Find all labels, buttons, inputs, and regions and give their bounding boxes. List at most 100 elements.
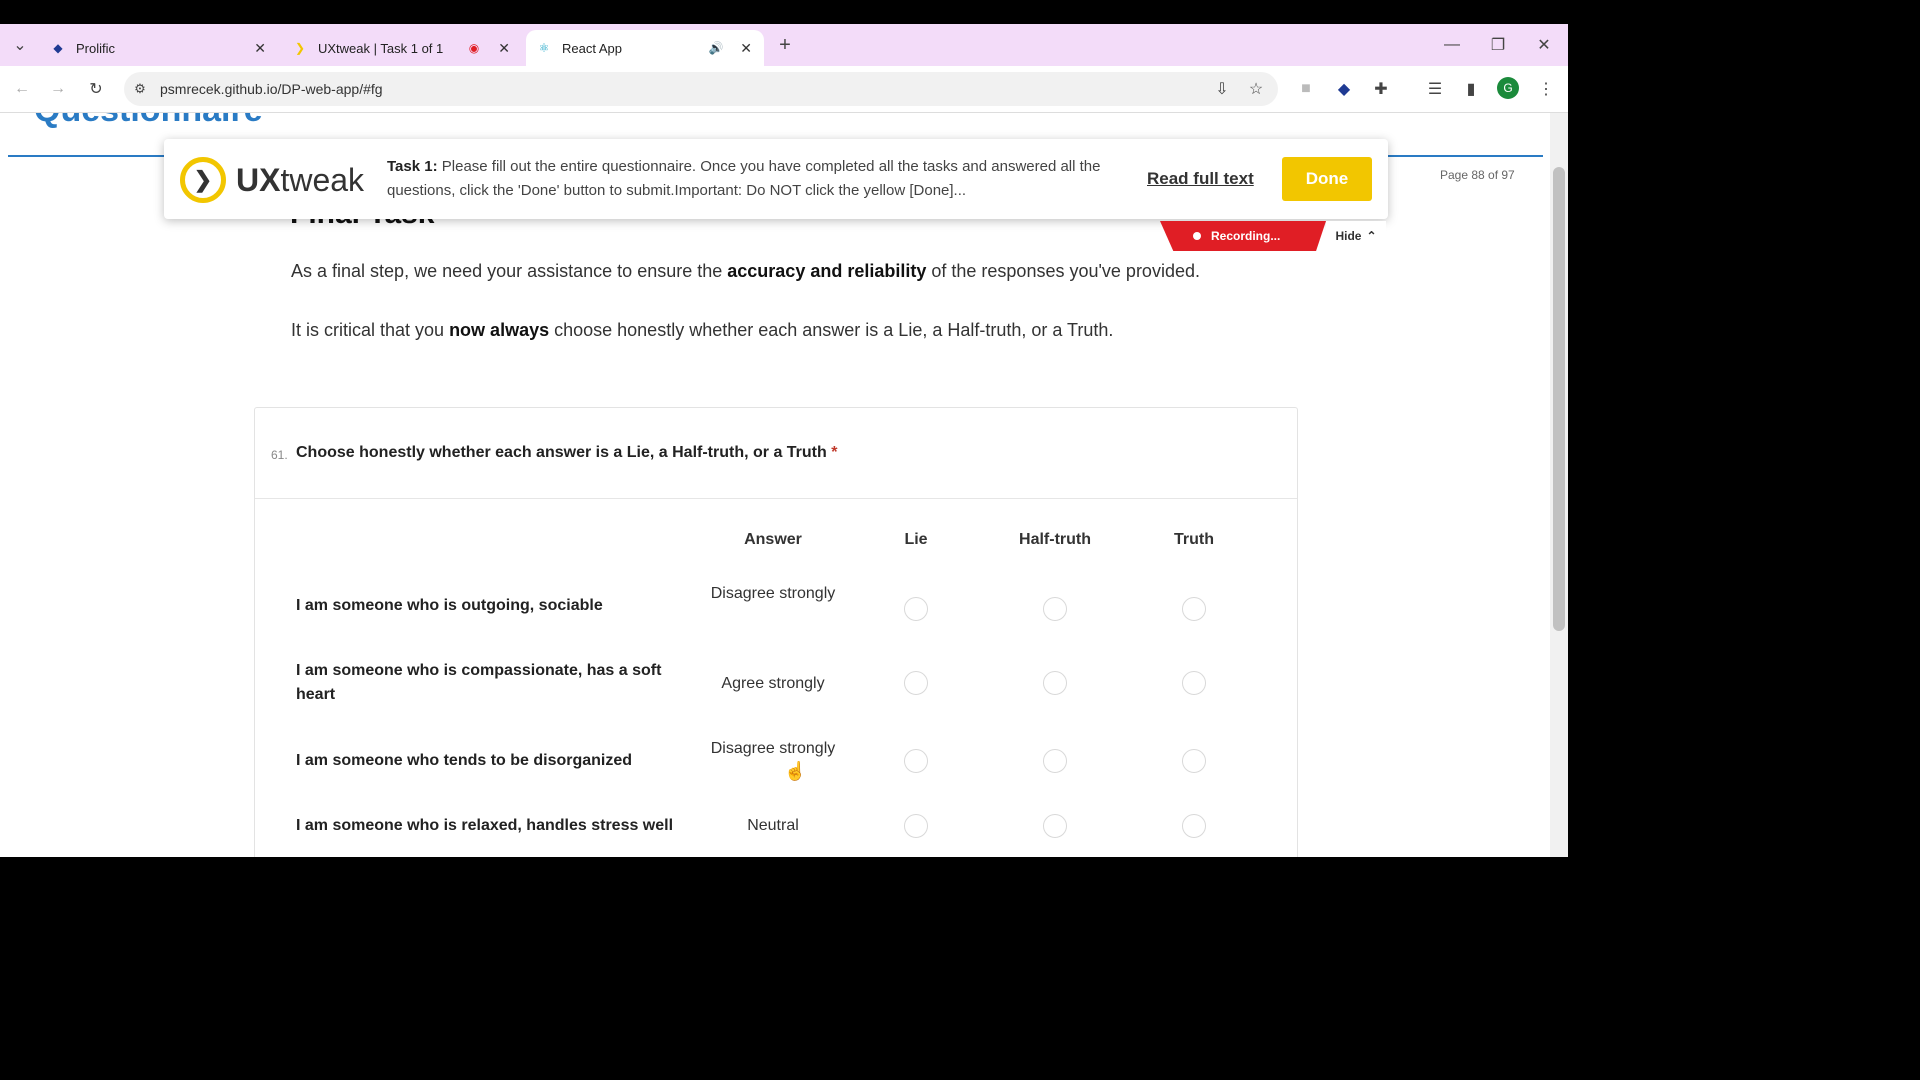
uxtweak-task-banner: ❯ UXtweak Task 1: Please fill out the en… — [164, 139, 1388, 219]
extension-icon[interactable]: ■ — [1294, 77, 1318, 101]
row-statement: I am someone who tends to be disorganize… — [296, 752, 633, 769]
radio-truth[interactable] — [1182, 597, 1206, 621]
emphasis: now always — [449, 320, 550, 340]
scrollbar-thumb[interactable] — [1553, 167, 1565, 631]
chevron-up-icon: ⌃ — [1366, 229, 1377, 243]
radio-lie[interactable] — [904, 671, 928, 695]
extensions-puzzle-icon[interactable]: ✚ — [1369, 77, 1393, 101]
column-header-answer: Answer — [744, 531, 802, 548]
recording-label: Recording... — [1211, 229, 1281, 243]
questionnaire-title: Questionnaire — [34, 113, 263, 130]
read-full-text-link[interactable]: Read full text — [1147, 169, 1254, 189]
radio-half-truth[interactable] — [1043, 671, 1067, 695]
radio-truth[interactable] — [1182, 671, 1206, 695]
row-answer: Neutral — [747, 817, 799, 834]
page-number: Page 88 of 97 — [1440, 168, 1515, 182]
radio-truth[interactable] — [1182, 814, 1206, 838]
tab-title: UXtweak | Task 1 of 1 — [318, 40, 444, 56]
page-viewport: Questionnaire Page 88 of 97 Final Task A… — [0, 113, 1568, 857]
tab-prolific[interactable]: ◆ Prolific ✕ — [40, 30, 278, 66]
tab-uxtweak[interactable]: ❯ UXtweak | Task 1 of 1 ◉ ✕ — [284, 30, 522, 66]
media-control-icon[interactable]: ☰ — [1423, 77, 1447, 101]
mouse-cursor-icon: ☝ — [784, 761, 807, 781]
radio-lie[interactable] — [904, 749, 928, 773]
instruction-paragraph-2: It is critical that you now always choos… — [291, 320, 1113, 341]
question-header: 61. Choose honestly whether each answer … — [255, 408, 1297, 499]
column-header-half-truth: Half-truth — [1019, 531, 1091, 548]
recording-dot-icon — [1193, 232, 1201, 240]
side-panel-icon[interactable]: ▮ — [1459, 77, 1483, 101]
row-statement: I am someone who is outgoing, sociable — [296, 597, 603, 614]
question-label: Choose honestly whether each answer is a… — [296, 444, 827, 461]
install-icon[interactable]: ⇩ — [1210, 77, 1234, 101]
row-answer: Agree strongly — [721, 675, 825, 692]
forward-icon[interactable]: → — [46, 77, 70, 101]
uxtweak-icon: ❯ — [294, 41, 306, 55]
row-statement: I am someone who is compassionate, has a… — [296, 662, 662, 703]
new-tab-button[interactable]: + — [773, 33, 797, 57]
task-text: Please fill out the entire questionnaire… — [387, 158, 1101, 199]
tab-title: React App — [562, 40, 622, 56]
close-icon[interactable]: ✕ — [498, 40, 510, 57]
bookmark-star-icon[interactable]: ☆ — [1244, 77, 1268, 101]
question-card: 61. Choose honestly whether each answer … — [254, 407, 1298, 857]
site-info-icon[interactable]: ⚙ — [128, 77, 152, 101]
instruction-paragraph-1: As a final step, we need your assistance… — [291, 261, 1200, 282]
restore-icon[interactable]: ❐ — [1486, 33, 1510, 57]
menu-kebab-icon[interactable]: ⋮ — [1534, 77, 1558, 101]
hide-button[interactable]: Hide ⌃ — [1326, 221, 1386, 251]
uxtweak-logo: ❯ UXtweak — [180, 157, 364, 203]
close-icon[interactable]: ✕ — [740, 40, 752, 57]
page-scrollbar[interactable] — [1550, 113, 1568, 857]
back-icon[interactable]: ← — [10, 77, 34, 101]
screen-bottom-bar — [0, 857, 1568, 882]
prolific-icon: ◆ — [53, 41, 63, 55]
logo-part: tweak — [280, 161, 365, 198]
radio-lie[interactable] — [904, 597, 928, 621]
question-number: 61. — [271, 448, 288, 462]
address-bar[interactable]: ⚙ psmrecek.github.io/DP-web-app/#fg ⇩ ☆ — [124, 72, 1278, 106]
uxtweak-logo-icon: ❯ — [180, 157, 226, 203]
uxtweak-logo-text: UXtweak — [236, 162, 364, 199]
question-text: Choose honestly whether each answer is a… — [296, 444, 837, 462]
tab-react-app[interactable]: ⚛ React App 🔊 ✕ — [526, 30, 764, 66]
profile-avatar[interactable]: G — [1497, 77, 1519, 99]
done-button[interactable]: Done — [1282, 157, 1372, 201]
prolific-extension-icon[interactable]: ◆ — [1332, 77, 1356, 101]
tab-strip: ⌄ ◆ Prolific ✕ ❯ UXtweak | Task 1 of 1 ◉… — [0, 24, 1568, 66]
radio-half-truth[interactable] — [1043, 749, 1067, 773]
recording-icon: ◉ — [468, 41, 480, 55]
task-description: Task 1: Please fill out the entire quest… — [387, 155, 1122, 203]
react-icon: ⚛ — [538, 41, 550, 55]
radio-truth[interactable] — [1182, 749, 1206, 773]
radio-half-truth[interactable] — [1043, 814, 1067, 838]
close-window-icon[interactable]: ✕ — [1532, 33, 1556, 57]
recording-indicator: Recording... — [1160, 221, 1326, 251]
minimize-icon[interactable]: — — [1440, 33, 1464, 57]
task-label: Task 1: — [387, 158, 438, 175]
text: As a final step, we need your assistance… — [291, 261, 728, 281]
url-text[interactable]: psmrecek.github.io/DP-web-app/#fg — [160, 81, 383, 97]
browser-toolbar: ← → ↻ ⚙ psmrecek.github.io/DP-web-app/#f… — [0, 66, 1568, 113]
radio-lie[interactable] — [904, 814, 928, 838]
row-answer: Disagree strongly — [710, 740, 836, 757]
logo-part: UX — [236, 161, 281, 198]
text: choose honestly whether each answer is a… — [549, 320, 1114, 340]
tab-search-chevron-icon[interactable]: ⌄ — [8, 33, 32, 57]
emphasis: accuracy and reliability — [727, 261, 927, 281]
row-statement: I am someone who is relaxed, handles str… — [296, 817, 674, 834]
row-answer: Disagree strongly — [710, 585, 836, 602]
reload-icon[interactable]: ↻ — [84, 77, 108, 101]
text: of the responses you've provided. — [926, 261, 1200, 281]
screen-top-bar — [0, 0, 1568, 24]
column-header-lie: Lie — [904, 531, 928, 548]
column-header-truth: Truth — [1174, 531, 1214, 548]
tab-title: Prolific — [76, 40, 116, 56]
close-icon[interactable]: ✕ — [254, 40, 266, 57]
header-divider — [8, 155, 168, 157]
hide-label: Hide — [1335, 229, 1362, 243]
radio-half-truth[interactable] — [1043, 597, 1067, 621]
text: It is critical that you — [291, 320, 450, 340]
required-mark: * — [831, 444, 838, 461]
audio-icon[interactable]: 🔊 — [708, 40, 724, 56]
